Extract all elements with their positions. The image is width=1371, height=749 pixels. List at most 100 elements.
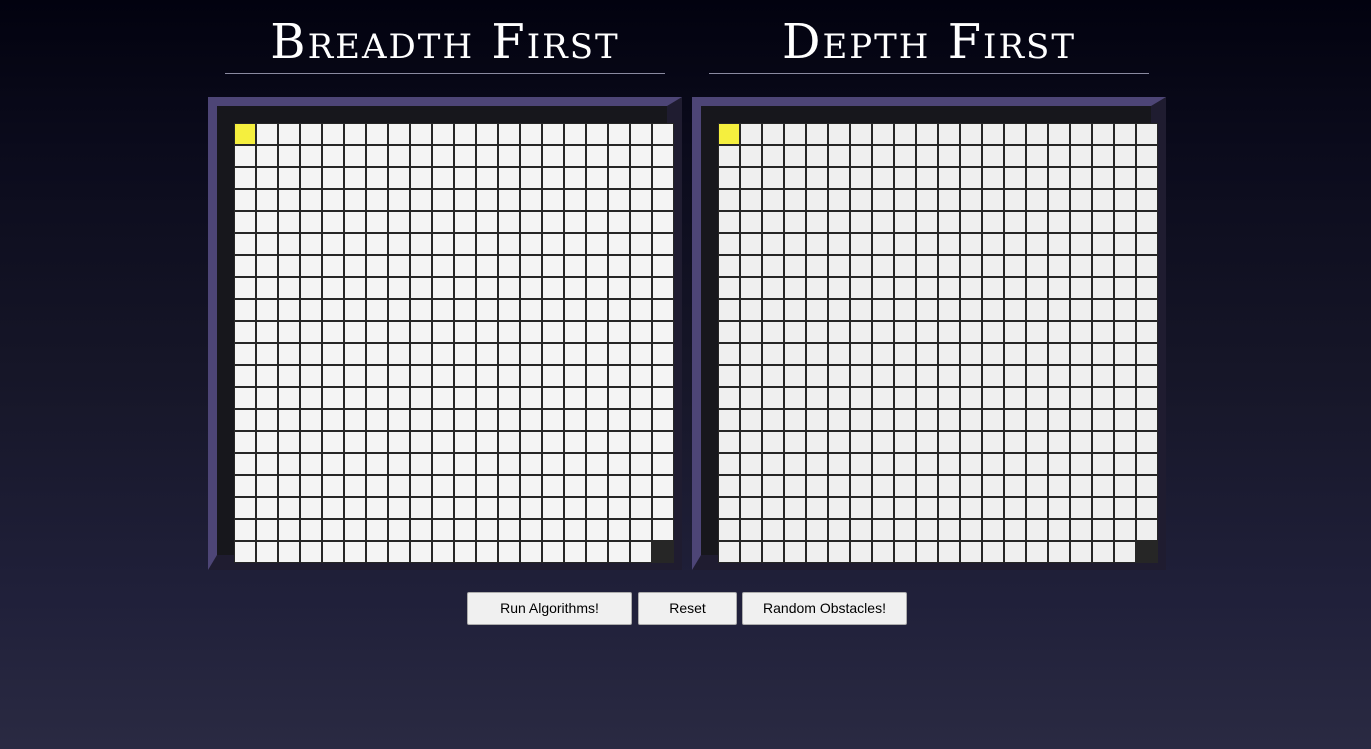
dfs-grid-cell[interactable] (960, 167, 982, 189)
bfs-grid-cell[interactable] (476, 255, 498, 277)
bfs-grid-cell[interactable] (542, 365, 564, 387)
bfs-grid-cell[interactable] (454, 365, 476, 387)
dfs-grid-cell[interactable] (916, 189, 938, 211)
dfs-grid-cell[interactable] (1114, 167, 1136, 189)
dfs-grid-cell[interactable] (1114, 497, 1136, 519)
dfs-grid-cell[interactable] (938, 343, 960, 365)
bfs-grid-cell[interactable] (652, 497, 674, 519)
bfs-grid-cell[interactable] (652, 255, 674, 277)
dfs-grid-cell[interactable] (872, 189, 894, 211)
dfs-grid-cell[interactable] (1070, 211, 1092, 233)
dfs-grid-cell[interactable] (740, 365, 762, 387)
bfs-grid-cell[interactable] (542, 299, 564, 321)
dfs-grid-cell[interactable] (916, 277, 938, 299)
dfs-grid-cell[interactable] (894, 497, 916, 519)
dfs-grid-cell[interactable] (1048, 211, 1070, 233)
bfs-grid-cell[interactable] (410, 233, 432, 255)
bfs-grid-cell[interactable] (256, 475, 278, 497)
bfs-grid-cell[interactable] (300, 409, 322, 431)
dfs-grid-cell[interactable] (740, 211, 762, 233)
bfs-grid-cell[interactable] (344, 277, 366, 299)
dfs-grid-cell[interactable] (718, 189, 740, 211)
bfs-grid-cell[interactable] (256, 343, 278, 365)
bfs-grid-cell[interactable] (542, 431, 564, 453)
dfs-grid-cell[interactable] (740, 299, 762, 321)
bfs-grid-cell[interactable] (652, 453, 674, 475)
bfs-grid-cell[interactable] (344, 431, 366, 453)
reset-button[interactable]: Reset (638, 592, 737, 625)
bfs-grid-cell[interactable] (300, 233, 322, 255)
dfs-grid-cell[interactable] (740, 123, 762, 145)
bfs-grid-cell[interactable] (278, 167, 300, 189)
bfs-grid-cell[interactable] (344, 541, 366, 563)
dfs-grid-cell[interactable] (1092, 211, 1114, 233)
dfs-grid-cell[interactable] (1026, 475, 1048, 497)
bfs-grid-cell[interactable] (256, 541, 278, 563)
bfs-grid-cell[interactable] (630, 431, 652, 453)
dfs-grid-cell[interactable] (762, 145, 784, 167)
bfs-grid-cell[interactable] (322, 497, 344, 519)
dfs-grid-cell[interactable] (916, 541, 938, 563)
dfs-grid-cell[interactable] (850, 475, 872, 497)
bfs-grid-cell[interactable] (234, 409, 256, 431)
bfs-grid-cell[interactable] (410, 211, 432, 233)
dfs-grid-cell[interactable] (1136, 519, 1158, 541)
bfs-grid-cell[interactable] (498, 497, 520, 519)
bfs-grid-cell[interactable] (432, 255, 454, 277)
dfs-grid-cell[interactable] (1048, 123, 1070, 145)
bfs-grid-cell[interactable] (388, 255, 410, 277)
bfs-grid-cell[interactable] (520, 123, 542, 145)
bfs-grid-cell[interactable] (344, 211, 366, 233)
dfs-grid-cell[interactable] (982, 343, 1004, 365)
dfs-grid-cell[interactable] (894, 387, 916, 409)
dfs-grid-cell[interactable] (982, 519, 1004, 541)
dfs-grid-cell[interactable] (1070, 497, 1092, 519)
bfs-grid-cell[interactable] (344, 321, 366, 343)
bfs-grid-cell[interactable] (322, 343, 344, 365)
bfs-grid-cell[interactable] (542, 233, 564, 255)
bfs-grid-cell[interactable] (498, 299, 520, 321)
dfs-grid-cell[interactable] (872, 233, 894, 255)
dfs-grid-cell[interactable] (718, 299, 740, 321)
dfs-grid-cell[interactable] (1114, 453, 1136, 475)
dfs-grid-cell[interactable] (784, 123, 806, 145)
bfs-grid-cell[interactable] (564, 321, 586, 343)
dfs-grid-cell[interactable] (850, 233, 872, 255)
bfs-grid-cell[interactable] (432, 299, 454, 321)
bfs-grid-cell[interactable] (652, 189, 674, 211)
dfs-grid-cell[interactable] (960, 475, 982, 497)
dfs-grid-cell[interactable] (960, 409, 982, 431)
dfs-grid-cell[interactable] (718, 211, 740, 233)
dfs-grid-cell[interactable] (828, 453, 850, 475)
bfs-grid-cell[interactable] (586, 431, 608, 453)
bfs-grid-cell[interactable] (322, 145, 344, 167)
dfs-start-cell[interactable] (718, 123, 740, 145)
dfs-grid-cell[interactable] (1048, 343, 1070, 365)
dfs-grid-cell[interactable] (1092, 519, 1114, 541)
dfs-grid-cell[interactable] (1092, 453, 1114, 475)
dfs-grid-cell[interactable] (1114, 387, 1136, 409)
bfs-grid-cell[interactable] (234, 387, 256, 409)
dfs-grid-cell[interactable] (1070, 387, 1092, 409)
dfs-grid-cell[interactable] (916, 343, 938, 365)
bfs-grid-cell[interactable] (652, 233, 674, 255)
dfs-grid-cell[interactable] (872, 541, 894, 563)
bfs-grid-cell[interactable] (564, 365, 586, 387)
dfs-grid-cell[interactable] (938, 497, 960, 519)
bfs-grid-cell[interactable] (608, 277, 630, 299)
bfs-grid-cell[interactable] (432, 453, 454, 475)
dfs-grid-cell[interactable] (762, 189, 784, 211)
dfs-grid-cell[interactable] (916, 519, 938, 541)
dfs-grid-cell[interactable] (960, 189, 982, 211)
dfs-grid-cell[interactable] (938, 321, 960, 343)
dfs-grid-cell[interactable] (740, 277, 762, 299)
bfs-grid-cell[interactable] (520, 431, 542, 453)
bfs-grid-cell[interactable] (652, 123, 674, 145)
dfs-grid-cell[interactable] (872, 211, 894, 233)
dfs-grid-cell[interactable] (1004, 519, 1026, 541)
bfs-grid-cell[interactable] (256, 453, 278, 475)
dfs-grid-cell[interactable] (740, 189, 762, 211)
bfs-grid-cell[interactable] (256, 387, 278, 409)
bfs-grid-cell[interactable] (520, 277, 542, 299)
bfs-grid-cell[interactable] (432, 409, 454, 431)
